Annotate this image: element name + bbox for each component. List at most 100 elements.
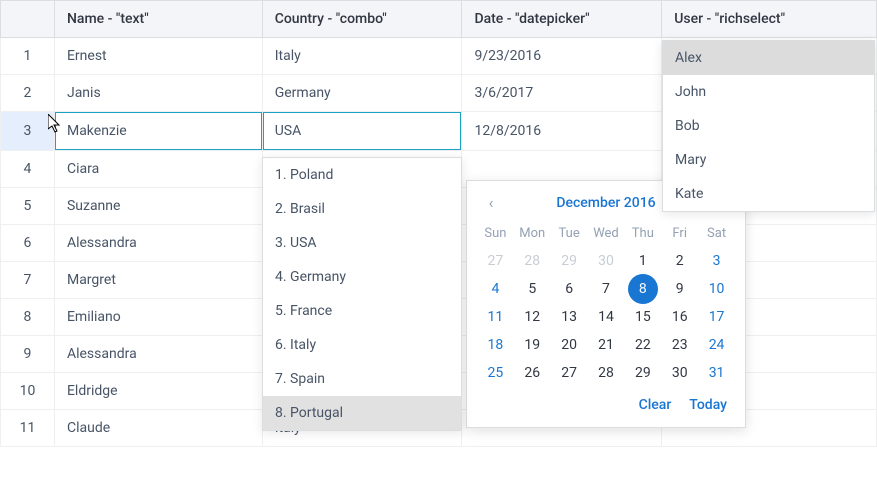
day-cell[interactable]: 9 [661, 275, 698, 303]
richselect-popup: AlexJohnBobMaryKate [662, 40, 875, 212]
name-cell[interactable]: Margret [54, 262, 262, 299]
day-cell[interactable]: 28 [514, 247, 551, 275]
country-cell[interactable] [262, 112, 462, 151]
day-cell[interactable]: 2 [661, 247, 698, 275]
datepicker-title[interactable]: December 2016 [556, 195, 655, 211]
row-number[interactable]: 5 [1, 188, 55, 225]
day-cell[interactable]: 14 [588, 303, 625, 331]
day-cell[interactable]: 21 [588, 331, 625, 359]
name-cell[interactable]: Alessandra [54, 225, 262, 262]
day-cell[interactable]: 26 [514, 359, 551, 387]
datepicker-grid: SunMonTueWedThuFriSat2728293012345678910… [477, 220, 735, 387]
day-cell[interactable]: 29 [624, 359, 661, 387]
day-cell[interactable]: 12 [514, 303, 551, 331]
header-num[interactable] [1, 1, 55, 38]
name-cell[interactable]: Emiliano [54, 299, 262, 336]
name-input[interactable] [55, 112, 262, 150]
richselect-option[interactable]: Kate [663, 177, 874, 211]
day-cell[interactable]: 25 [477, 359, 514, 387]
row-number[interactable]: 8 [1, 299, 55, 336]
day-cell[interactable]: 4 [477, 275, 514, 303]
day-cell[interactable]: 5 [514, 275, 551, 303]
combo-list[interactable]: 1. Poland2. Brasil3. USA4. Germany5. Fra… [263, 158, 461, 430]
date-cell[interactable]: 12/8/2016 [462, 112, 662, 151]
richselect-option[interactable]: John [663, 75, 874, 109]
country-cell[interactable]: Italy [262, 38, 462, 75]
day-cell[interactable]: 3 [698, 247, 735, 275]
day-head: Sun [477, 220, 514, 247]
date-cell[interactable]: 9/23/2016 [462, 38, 662, 75]
day-head: Mon [514, 220, 551, 247]
richselect-option[interactable]: Mary [663, 143, 874, 177]
richselect-option[interactable]: Alex [663, 41, 874, 75]
day-cell[interactable]: 31 [698, 359, 735, 387]
day-cell[interactable]: 28 [588, 359, 625, 387]
day-cell[interactable]: 18 [477, 331, 514, 359]
row-number[interactable]: 9 [1, 336, 55, 373]
day-head: Tue [551, 220, 588, 247]
day-cell[interactable]: 30 [661, 359, 698, 387]
combo-popup: 1. Poland2. Brasil3. USA4. Germany5. Fra… [262, 157, 462, 431]
day-cell[interactable]: 6 [551, 275, 588, 303]
day-cell[interactable]: 7 [588, 275, 625, 303]
row-number[interactable]: 7 [1, 262, 55, 299]
day-cell[interactable]: 19 [514, 331, 551, 359]
row-number[interactable]: 10 [1, 373, 55, 410]
datepicker-popup: ‹ December 2016 › SunMonTueWedThuFriSat2… [466, 180, 746, 428]
day-cell[interactable]: 8 [624, 275, 661, 303]
row-number[interactable]: 6 [1, 225, 55, 262]
header-name[interactable]: Name - "text" [54, 1, 262, 38]
day-cell[interactable]: 1 [624, 247, 661, 275]
row-number[interactable]: 2 [1, 75, 55, 112]
name-cell[interactable]: Alessandra [54, 336, 262, 373]
country-cell[interactable]: Germany [262, 75, 462, 112]
day-head: Wed [588, 220, 625, 247]
header-user[interactable]: User - "richselect" [662, 1, 877, 38]
day-cell[interactable]: 20 [551, 331, 588, 359]
name-cell[interactable]: Claude [54, 410, 262, 447]
row-number[interactable]: 3 [1, 112, 55, 151]
country-input[interactable] [263, 112, 462, 150]
name-cell[interactable]: Ernest [54, 38, 262, 75]
combo-option[interactable]: 4. Germany [263, 260, 461, 294]
combo-option[interactable]: 5. France [263, 294, 461, 328]
name-cell[interactable]: Suzanne [54, 188, 262, 225]
combo-option[interactable]: 6. Italy [263, 328, 461, 362]
combo-option[interactable]: 7. Spain [263, 362, 461, 396]
day-head: Thu [624, 220, 661, 247]
datepicker-prev-icon[interactable]: ‹ [481, 193, 501, 212]
header-row: Name - "text" Country - "combo" Date - "… [1, 1, 877, 38]
day-cell[interactable]: 15 [624, 303, 661, 331]
name-cell[interactable]: Ciara [54, 151, 262, 188]
datepicker-clear-button[interactable]: Clear [639, 397, 672, 413]
date-cell[interactable]: 3/6/2017 [462, 75, 662, 112]
day-cell[interactable]: 13 [551, 303, 588, 331]
day-cell[interactable]: 27 [551, 359, 588, 387]
header-date[interactable]: Date - "datepicker" [462, 1, 662, 38]
day-cell[interactable]: 29 [551, 247, 588, 275]
name-cell[interactable]: Janis [54, 75, 262, 112]
combo-option[interactable]: 2. Brasil [263, 192, 461, 226]
day-cell[interactable]: 30 [588, 247, 625, 275]
header-country[interactable]: Country - "combo" [262, 1, 462, 38]
row-number[interactable]: 11 [1, 410, 55, 447]
day-cell[interactable]: 24 [698, 331, 735, 359]
day-cell[interactable]: 23 [661, 331, 698, 359]
combo-option[interactable]: 8. Portugal [263, 396, 461, 430]
name-cell[interactable]: Eldridge [54, 373, 262, 410]
day-cell[interactable]: 17 [698, 303, 735, 331]
day-cell[interactable]: 27 [477, 247, 514, 275]
combo-option[interactable]: 1. Poland [263, 158, 461, 192]
day-head: Sat [698, 220, 735, 247]
datepicker-today-button[interactable]: Today [689, 397, 727, 413]
day-cell[interactable]: 11 [477, 303, 514, 331]
row-number[interactable]: 1 [1, 38, 55, 75]
day-cell[interactable]: 22 [624, 331, 661, 359]
name-cell[interactable] [54, 112, 262, 151]
richselect-option[interactable]: Bob [663, 109, 874, 143]
day-cell[interactable]: 16 [661, 303, 698, 331]
row-number[interactable]: 4 [1, 151, 55, 188]
day-head: Fri [661, 220, 698, 247]
day-cell[interactable]: 10 [698, 275, 735, 303]
combo-option[interactable]: 3. USA [263, 226, 461, 260]
